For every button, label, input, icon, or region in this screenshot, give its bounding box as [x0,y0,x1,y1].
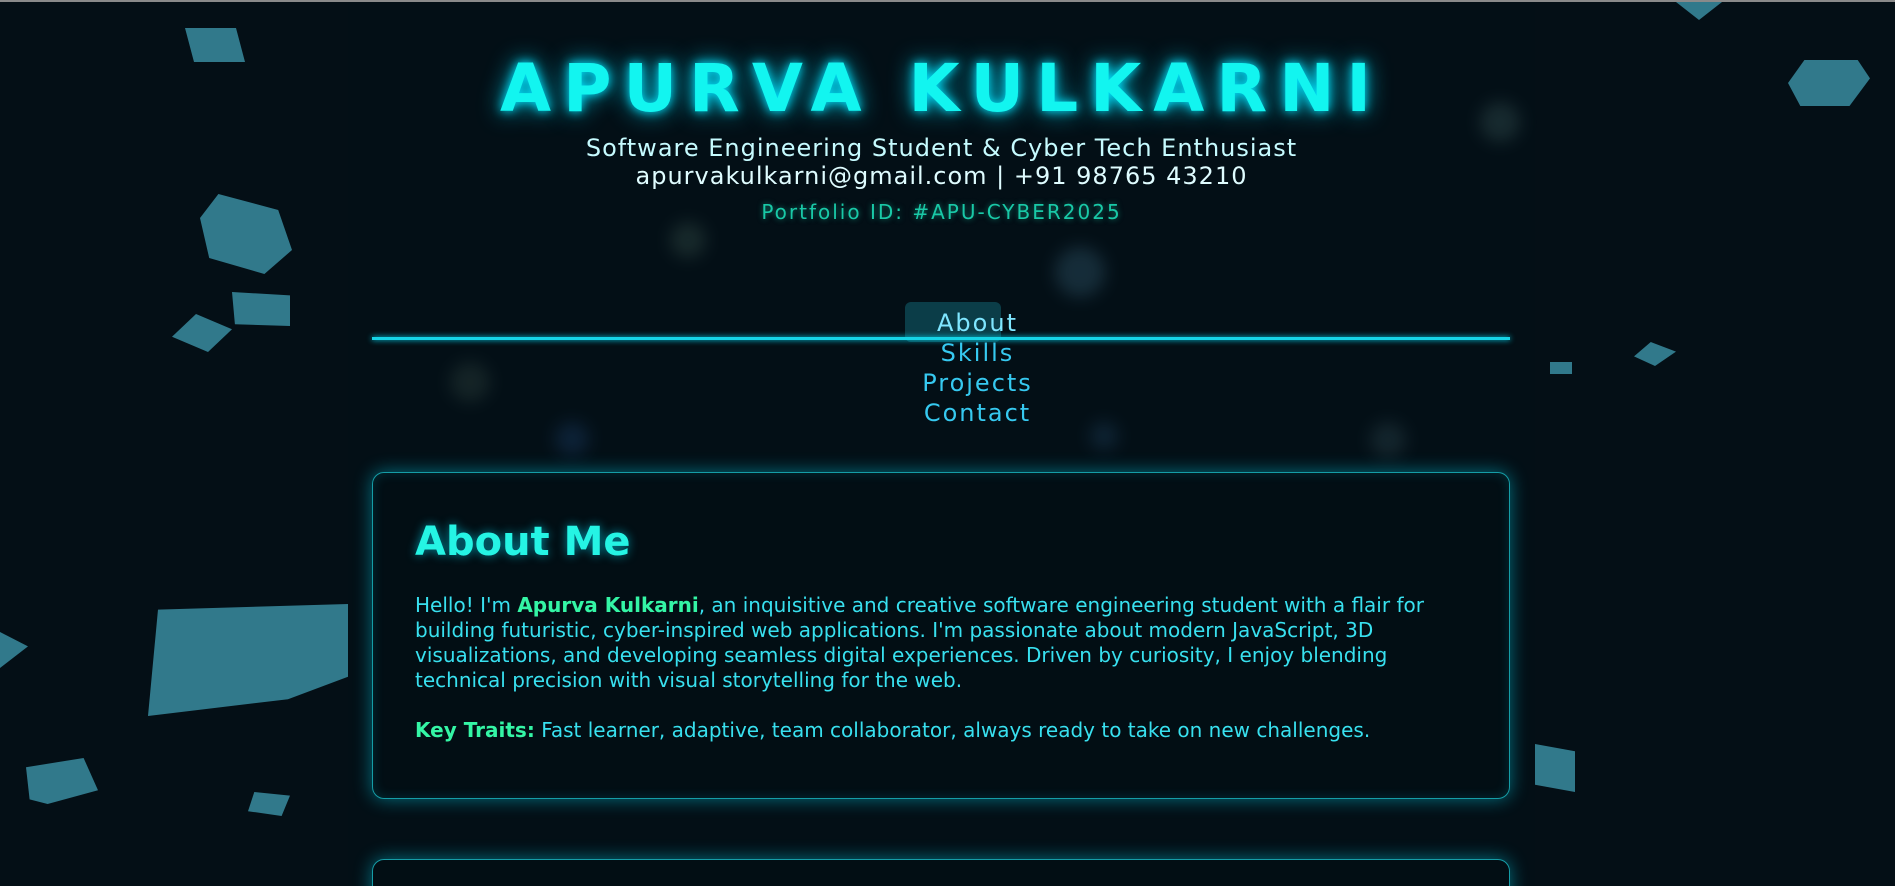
background-shard [1634,342,1676,366]
background-shard [185,28,245,62]
nav-item-contact[interactable]: Contact [860,398,1095,428]
background-shard [1535,744,1575,792]
portfolio-id: Portfolio ID: #APU-CYBER2025 [761,200,1122,224]
background-shard [26,758,98,804]
next-section [372,859,1510,886]
background-shard [1788,60,1870,106]
main-nav: About Skills Projects Contact [860,308,1095,428]
nav-item-about[interactable]: About [860,308,1095,338]
nav-item-skills[interactable]: Skills [860,338,1095,368]
about-intro: Hello! I'm Apurva Kulkarni, an inquisiti… [415,593,1469,693]
about-title: About Me [415,519,631,565]
subtitle: Software Engineering Student & Cyber Tec… [585,134,1298,162]
page-title: APURVA KULKARNI [500,50,1383,127]
background-shard [0,632,28,668]
background-shard [248,792,290,816]
traits-text: Fast learner, adaptive, team collaborato… [534,718,1371,742]
contact-info: apurvakulkarni@gmail.com | +91 98765 432… [635,162,1248,190]
traits-label: Key Traits: [415,718,535,742]
background-shard [172,314,232,352]
page-viewport: APURVA KULKARNI Software Engineering Stu… [0,0,1895,886]
background-shard [232,292,290,326]
about-intro-prefix: Hello! I'm [415,593,518,617]
background-shard [148,604,348,716]
nav-item-projects[interactable]: Projects [860,368,1095,398]
about-section: About Me Hello! I'm Apurva Kulkarni, an … [372,472,1510,799]
about-intro-name: Apurva Kulkarni [517,593,699,617]
background-shard [1550,362,1572,374]
background-shard [200,194,292,274]
background-shard [1676,2,1722,20]
about-traits: Key Traits: Fast learner, adaptive, team… [415,718,1469,743]
